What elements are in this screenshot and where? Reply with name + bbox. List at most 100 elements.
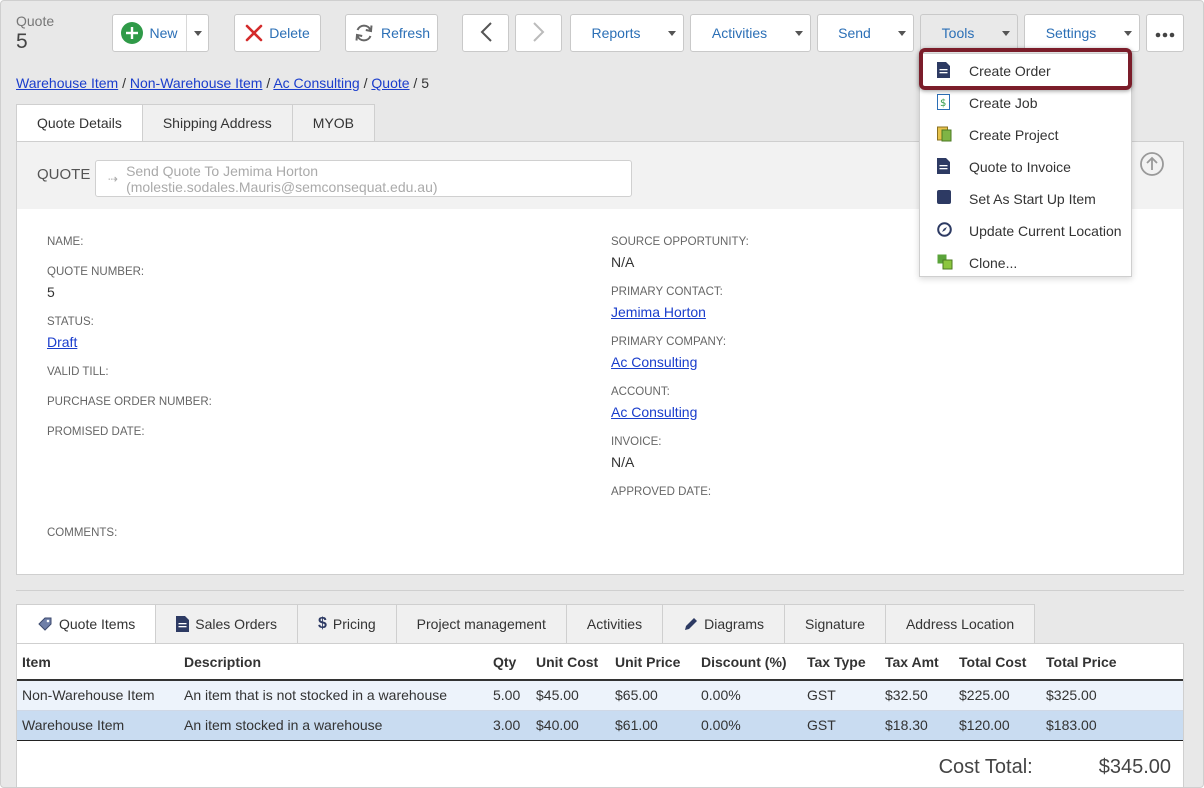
field-label: NAME:: [47, 236, 84, 248]
table-row[interactable]: Non-Warehouse Item An item that is not s…: [17, 680, 1183, 711]
settings-dropdown-toggle[interactable]: [1117, 15, 1139, 51]
cost-total: Cost Total: $345.00: [939, 756, 1171, 779]
menu-item-clone[interactable]: Clone...: [920, 247, 1131, 279]
breadcrumb-link-non-warehouse-item[interactable]: Non-Warehouse Item: [130, 75, 263, 91]
field-label: PRIMARY COMPANY:: [611, 336, 727, 348]
field-primary-company: PRIMARY COMPANY: Ac Consulting: [611, 336, 726, 370]
status-link[interactable]: Draft: [47, 334, 77, 350]
document-icon: [937, 158, 950, 174]
send-arrow-icon: ⇢: [108, 171, 119, 186]
settings-label: Settings: [1045, 25, 1097, 41]
chevron-down-icon: [193, 30, 202, 36]
cost-total-label: Cost Total:: [938, 756, 1033, 778]
send-dropdown-toggle[interactable]: [891, 15, 913, 51]
tab-myob[interactable]: MYOB: [292, 104, 376, 142]
table-cell: $325.00: [1041, 680, 1183, 711]
field-valid-till: VALID TILL:: [47, 366, 109, 378]
menu-item-create-project[interactable]: Create Project: [920, 119, 1131, 151]
column-header[interactable]: Unit Cost: [531, 644, 610, 681]
activities-button[interactable]: Activities: [690, 14, 811, 52]
breadcrumb-separator: /: [363, 75, 368, 91]
table-cell: Non-Warehouse Item: [17, 680, 179, 711]
column-header[interactable]: Discount (%): [696, 644, 802, 681]
previous-button[interactable]: [462, 14, 509, 52]
tab-shipping-address[interactable]: Shipping Address: [142, 104, 293, 142]
chevron-down-icon: [898, 30, 906, 36]
items-table: Item Description Qty Unit Cost Unit Pric…: [17, 644, 1183, 741]
menu-item-update-current-location[interactable]: Update Current Location: [920, 215, 1131, 247]
column-header[interactable]: Qty: [488, 644, 531, 681]
item-tabs: Quote Items Sales Orders $ Pricing Proje…: [16, 604, 1036, 644]
quote-items-grid: Item Description Qty Unit Cost Unit Pric…: [16, 643, 1184, 787]
tab-signature[interactable]: Signature: [785, 604, 886, 644]
column-header[interactable]: Total Cost: [954, 644, 1041, 681]
square-icon: [937, 190, 951, 204]
primary-company-link[interactable]: Ac Consulting: [611, 354, 697, 370]
tools-dropdown-toggle[interactable]: [995, 15, 1017, 51]
menu-item-set-as-start-up-item[interactable]: Set As Start Up Item: [920, 183, 1131, 215]
field-name: NAME:: [47, 236, 83, 248]
breadcrumb-separator: /: [266, 75, 271, 91]
column-header[interactable]: Tax Amt: [880, 644, 954, 681]
collapse-up-icon[interactable]: [1139, 151, 1165, 180]
field-value: 5: [47, 284, 55, 300]
column-header[interactable]: Description: [179, 644, 488, 681]
tab-quote-details[interactable]: Quote Details: [16, 104, 143, 142]
tab-sales-orders[interactable]: Sales Orders: [156, 604, 298, 644]
field-quote-number: QUOTE NUMBER: 5: [47, 266, 144, 300]
menu-item-create-job[interactable]: $ Create Job: [920, 87, 1131, 119]
tab-activities[interactable]: Activities: [566, 604, 664, 644]
tab-address-location[interactable]: Address Location: [885, 604, 1036, 644]
tab-pricing[interactable]: $ Pricing: [297, 604, 397, 644]
table-cell: 0.00%: [696, 710, 802, 741]
tab-diagrams[interactable]: Diagrams: [663, 604, 785, 644]
breadcrumb-current: 5: [421, 75, 429, 91]
next-button[interactable]: [515, 14, 562, 52]
tools-button[interactable]: Tools: [920, 14, 1018, 52]
refresh-button[interactable]: Refresh: [345, 14, 438, 52]
record-number: 5: [16, 30, 28, 53]
column-header[interactable]: Total Price: [1041, 644, 1183, 681]
field-value: N/A: [611, 454, 635, 470]
send-quote-input[interactable]: ⇢ Send Quote To Jemima Horton (molestie.…: [95, 160, 632, 197]
field-primary-contact: PRIMARY CONTACT: Jemima Horton: [611, 286, 723, 320]
refresh-label: Refresh: [380, 25, 431, 41]
column-header[interactable]: Tax Type: [802, 644, 880, 681]
reports-button[interactable]: Reports: [570, 14, 684, 52]
tab-project-management[interactable]: Project management: [396, 604, 567, 644]
more-button[interactable]: [1146, 14, 1184, 52]
new-button[interactable]: New: [112, 14, 209, 52]
record-header: Quote 5: [16, 13, 54, 54]
table-header-row: Item Description Qty Unit Cost Unit Pric…: [17, 644, 1183, 681]
field-label: COMMENTS:: [47, 527, 118, 539]
table-cell: 0.00%: [696, 680, 802, 711]
table-cell: 5.00: [488, 680, 531, 711]
tools-label: Tools: [941, 25, 975, 41]
table-cell: GST: [802, 680, 880, 711]
column-header[interactable]: Item: [17, 644, 179, 681]
tab-label: Diagrams: [704, 616, 764, 632]
delete-button[interactable]: Delete: [234, 14, 321, 52]
pencil-icon: [683, 617, 698, 632]
activities-dropdown-toggle[interactable]: [788, 15, 810, 51]
table-cell: $18.30: [880, 710, 954, 741]
reports-dropdown-toggle[interactable]: [661, 15, 683, 51]
breadcrumb-link-warehouse-item[interactable]: Warehouse Item: [16, 75, 118, 91]
new-dropdown-toggle[interactable]: [186, 15, 208, 51]
field-purchase-order-number: PURCHASE ORDER NUMBER:: [47, 396, 212, 408]
send-button[interactable]: Send: [817, 14, 914, 52]
account-link[interactable]: Ac Consulting: [611, 404, 697, 420]
highlight-box: [919, 48, 1132, 90]
settings-button[interactable]: Settings: [1024, 14, 1140, 52]
reports-label: Reports: [591, 25, 641, 41]
tab-quote-items[interactable]: Quote Items: [16, 604, 157, 644]
table-row[interactable]: Warehouse Item An item stocked in a ware…: [17, 710, 1183, 741]
menu-item-quote-to-invoice[interactable]: Quote to Invoice: [920, 151, 1131, 183]
tab-label: Sales Orders: [195, 616, 277, 632]
primary-contact-link[interactable]: Jemima Horton: [611, 304, 706, 320]
breadcrumb-link-ac-consulting[interactable]: Ac Consulting: [273, 75, 359, 91]
breadcrumb-link-quote[interactable]: Quote: [371, 75, 409, 91]
column-header[interactable]: Unit Price: [610, 644, 696, 681]
chevron-left-icon: [479, 21, 493, 46]
table-cell: $65.00: [610, 680, 696, 711]
